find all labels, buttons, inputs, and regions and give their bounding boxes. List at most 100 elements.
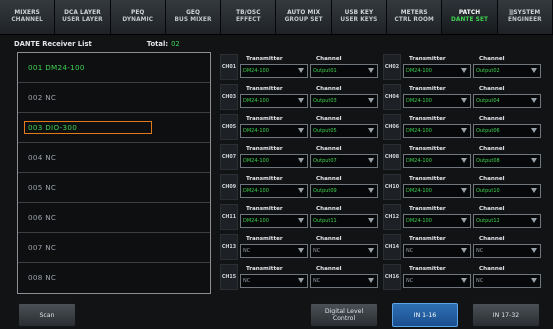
transmitter-header: Transmitter [409, 235, 446, 242]
transmitter-select[interactable]: DM24-100 [403, 63, 471, 78]
total-value: 02 [171, 40, 180, 48]
receiver-item[interactable]: 006 NC [18, 203, 210, 233]
tab-label-sub: DANTE SET [450, 17, 489, 23]
receiver-list-header: DANTE Receiver List Total: 02 [14, 38, 212, 50]
dropdown-arrow-icon [531, 67, 537, 73]
receiver-label: 004 NC [28, 153, 57, 162]
patch-slot-ch15: CH15 Transmitter NC Channel NC [220, 264, 378, 290]
transmitter-header: Transmitter [246, 85, 283, 92]
transmitter-header: Transmitter [409, 55, 446, 62]
receiver-item-selected[interactable]: 003 DIO-300 [18, 113, 210, 143]
receiver-item[interactable]: 007 NC [18, 233, 210, 263]
tab-tbosc-effect[interactable]: TB/OSC EFFECT [221, 0, 277, 34]
channel-field: Channel Output07 [310, 144, 378, 168]
transmitter-value: DM24-100 [406, 217, 432, 224]
tab-peq-dynamic[interactable]: PEQ DYNAMIC [110, 0, 166, 34]
channel-select[interactable]: NC [310, 273, 378, 288]
channel-select[interactable]: Output10 [473, 183, 541, 198]
tab-system-engineer[interactable]: SYSTEMENGINEER [497, 0, 553, 34]
channel-field: Channel Output12 [473, 204, 541, 228]
transmitter-header: Transmitter [246, 55, 283, 62]
transmitter-value: DM24-100 [243, 157, 269, 164]
transmitter-field: Transmitter DM24-100 [240, 144, 308, 168]
patch-slot-ch01: CH01 Transmitter DM24-100 Channel Output01 [220, 54, 378, 80]
tab-label-main: METERS [400, 10, 428, 16]
transmitter-select[interactable]: NC [403, 243, 471, 258]
tab-mixers-channel[interactable]: MIXERS CHANNEL [0, 0, 56, 34]
dropdown-arrow-icon [368, 127, 374, 133]
channel-select[interactable]: Output09 [310, 183, 378, 198]
receiver-item[interactable]: 004 NC [18, 143, 210, 173]
channel-field: Channel Output04 [473, 84, 541, 108]
dropdown-arrow-icon [531, 187, 537, 193]
channel-select[interactable]: Output03 [310, 93, 378, 108]
transmitter-select[interactable]: DM24-100 [240, 213, 308, 228]
transmitter-select[interactable]: DM24-100 [403, 153, 471, 168]
channel-select[interactable]: Output08 [473, 153, 541, 168]
in-17-32-button[interactable]: IN 17-32 [472, 303, 540, 327]
channel-value: Output04 [476, 97, 500, 104]
transmitter-select[interactable]: DM24-100 [240, 153, 308, 168]
tab-label-sub: DYNAMIC [122, 17, 154, 23]
channel-select[interactable]: Output06 [473, 123, 541, 138]
in-17-32-label: IN 17-32 [492, 311, 520, 319]
patch-slot-ch13: CH13 Transmitter NC Channel NC [220, 234, 378, 260]
scan-button[interactable]: Scan [18, 303, 76, 327]
channel-select[interactable]: Output12 [473, 213, 541, 228]
transmitter-select[interactable]: DM24-100 [240, 183, 308, 198]
transmitter-select[interactable]: NC [240, 273, 308, 288]
tab-patch-dante-set[interactable]: PATCH DANTE SET [442, 0, 498, 34]
transmitter-select[interactable]: DM24-100 [403, 123, 471, 138]
transmitter-select[interactable]: NC [403, 273, 471, 288]
channel-select[interactable]: Output04 [473, 93, 541, 108]
dropdown-arrow-icon [298, 277, 304, 283]
channel-select[interactable]: NC [310, 243, 378, 258]
channel-field: Channel NC [473, 264, 541, 288]
tab-automix-group-set[interactable]: AUTO MIX GROUP SET [276, 0, 332, 34]
receiver-label: 003 DIO-300 [24, 121, 152, 134]
channel-select[interactable]: Output05 [310, 123, 378, 138]
in-1-16-button[interactable]: IN 1-16 [392, 303, 458, 327]
channel-select[interactable]: Output07 [310, 153, 378, 168]
tab-geq-bus-mixer[interactable]: GEQ BUS MIXER [165, 0, 222, 34]
patch-fields: Transmitter DM24-100 Channel Output02 [401, 54, 541, 78]
transmitter-header: Transmitter [246, 115, 283, 122]
transmitter-header: Transmitter [409, 115, 446, 122]
receiver-list-title: DANTE Receiver List [14, 40, 92, 48]
transmitter-select[interactable]: DM24-100 [240, 123, 308, 138]
transmitter-select[interactable]: DM24-100 [240, 93, 308, 108]
channel-header: Channel [479, 115, 505, 122]
dropdown-arrow-icon [531, 277, 537, 283]
receiver-item[interactable]: 001 DM24-100 [18, 53, 210, 83]
channel-select[interactable]: Output02 [473, 63, 541, 78]
transmitter-select[interactable]: DM24-100 [403, 93, 471, 108]
channel-select[interactable]: Output11 [310, 213, 378, 228]
tab-label-sub: USER LAYER [62, 17, 103, 23]
tab-label-sub: EFFECT [236, 17, 261, 23]
tab-meters-ctrl-room[interactable]: METERS CTRL ROOM [387, 0, 443, 34]
channel-select[interactable]: NC [473, 243, 541, 258]
transmitter-field: Transmitter DM24-100 [403, 204, 471, 228]
channel-select[interactable]: Output01 [310, 63, 378, 78]
receiver-label: 008 NC [28, 273, 57, 282]
transmitter-select[interactable]: DM24-100 [240, 63, 308, 78]
transmitter-select[interactable]: NC [240, 243, 308, 258]
receiver-item[interactable]: 008 NC [18, 263, 210, 292]
transmitter-select[interactable]: DM24-100 [403, 183, 471, 198]
channel-value: Output02 [476, 67, 500, 74]
receiver-item[interactable]: 005 NC [18, 173, 210, 203]
transmitter-select[interactable]: DM24-100 [403, 213, 471, 228]
receiver-item[interactable]: 002 NC [18, 83, 210, 113]
dropdown-arrow-icon [368, 247, 374, 253]
patch-slot-ch10: CH10 Transmitter DM24-100 Channel Output10 [383, 174, 541, 200]
receiver-label: 007 NC [28, 243, 57, 252]
patch-fields: Transmitter DM24-100 Channel Output06 [401, 114, 541, 138]
digital-level-control-button[interactable]: Digital Level Control [310, 303, 378, 327]
transmitter-field: Transmitter NC [240, 234, 308, 258]
tab-usbkey-user-keys[interactable]: USB KEY USER KEYS [331, 0, 388, 34]
tab-dca-user-layer[interactable]: DCA LAYER USER LAYER [55, 0, 111, 34]
channel-select[interactable]: NC [473, 273, 541, 288]
channel-number: CH07 [220, 144, 238, 170]
patch-fields: Transmitter DM24-100 Channel Output03 [238, 84, 378, 108]
dropdown-arrow-icon [461, 127, 467, 133]
